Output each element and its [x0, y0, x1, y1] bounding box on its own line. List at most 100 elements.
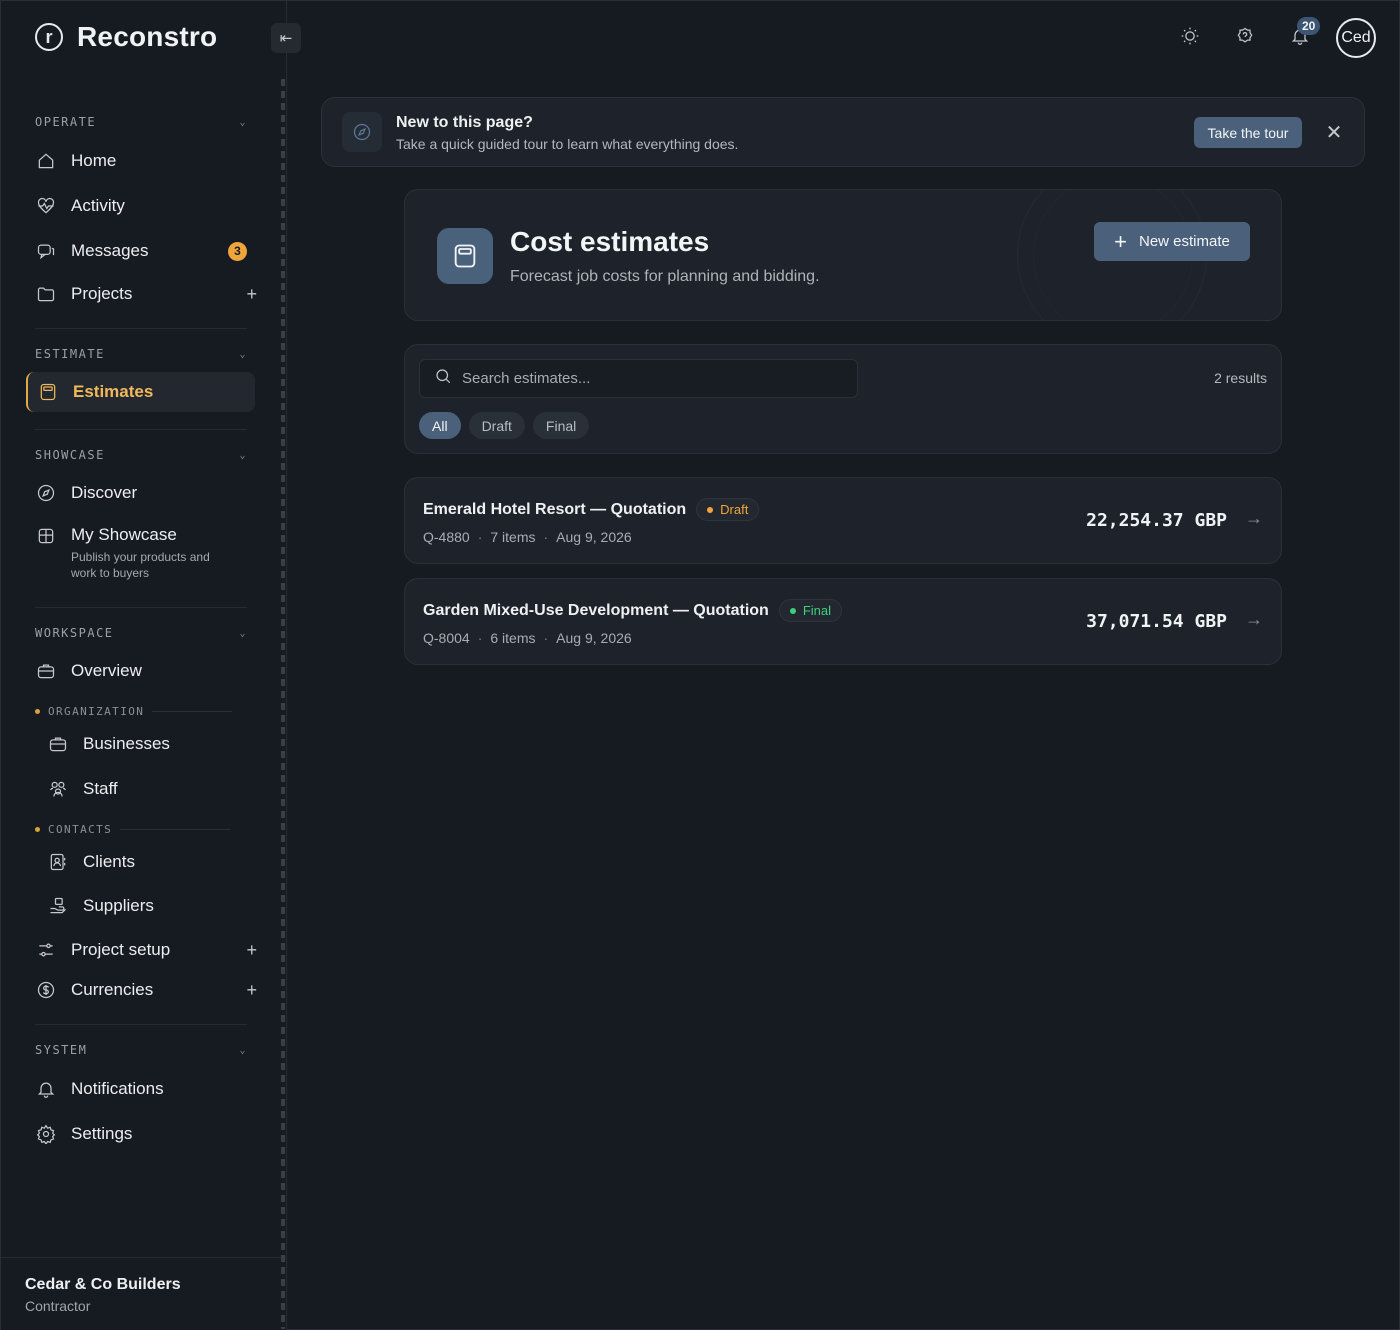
estimate-row[interactable]: Emerald Hotel Resort — Quotation Draft Q… [404, 477, 1282, 564]
filter-chip-final[interactable]: Final [532, 412, 590, 439]
organization-switcher[interactable]: Cedar & Co Builders Contractor [1, 1257, 287, 1330]
avatar[interactable]: Ced [1336, 18, 1376, 58]
compass-icon [35, 482, 57, 504]
estimate-amount: 22,254.37 GBP [1086, 510, 1227, 531]
collapse-sidebar-button[interactable]: ⇤ [271, 23, 301, 53]
theme-toggle-button[interactable] [1178, 26, 1202, 50]
sidebar-item-clients[interactable]: Clients [47, 842, 257, 882]
section-header-label: SHOWCASE [35, 448, 105, 462]
organization-role: Contractor [25, 1298, 91, 1314]
sidebar-item-project-setup[interactable]: Project setup + [35, 930, 257, 970]
sidebar-item-label: Settings [71, 1124, 133, 1143]
separator: · [477, 630, 483, 646]
chevron-down-icon: ⌄ [239, 116, 247, 128]
filter-chip-all[interactable]: All [419, 412, 461, 439]
sidebar-item-discover[interactable]: Discover [35, 473, 257, 513]
group-line [152, 711, 233, 712]
estimate-meta: Q-8004 · 6 items · Aug 9, 2026 [423, 630, 632, 646]
estimate-title: Emerald Hotel Resort — Quotation [423, 500, 687, 518]
sidebar-item-label: Home [71, 151, 117, 170]
sidebar-item-home[interactable]: Home [35, 141, 257, 181]
help-button[interactable] [1233, 26, 1257, 50]
divider [35, 607, 247, 608]
tour-title: New to this page? [396, 114, 533, 131]
sidebar-item-activity[interactable]: Activity [35, 186, 257, 226]
estimate-title-row: Garden Mixed-Use Development — Quotation… [423, 599, 843, 622]
briefcase-icon [47, 733, 69, 755]
sidebar-item-label: Project setup [71, 940, 171, 959]
status-filter-chips: All Draft Final [419, 412, 590, 439]
sidebar-item-settings[interactable]: Settings [35, 1114, 257, 1154]
add-currency-icon[interactable]: + [246, 980, 257, 1001]
group-label-organization: ORGANIZATION [35, 705, 233, 718]
estimate-title: Garden Mixed-Use Development — Quotation [423, 601, 769, 619]
status-dot [707, 506, 714, 513]
page-header-card: Cost estimates Forecast job costs for pl… [404, 189, 1282, 321]
section-header-label: WORKSPACE [35, 626, 114, 640]
estimate-code: Q-8004 [423, 630, 470, 646]
briefcase-icon [35, 660, 57, 682]
brand-logo: r [35, 23, 63, 51]
sidebar-item-businesses[interactable]: Businesses [47, 724, 257, 764]
take-tour-button[interactable]: Take the tour [1194, 117, 1302, 148]
dollar-circle-icon [35, 979, 57, 1001]
estimate-code: Q-4880 [423, 529, 470, 545]
sidebar-item-label: Clients [83, 852, 135, 871]
section-header-label: ESTIMATE [35, 347, 105, 361]
separator: · [543, 630, 549, 646]
sidebar-item-label: Projects [71, 284, 133, 303]
separator: · [543, 529, 549, 545]
sidebar-resize-handle[interactable] [281, 79, 286, 1329]
new-estimate-button[interactable]: + New estimate [1094, 222, 1250, 261]
estimate-amount: 37,071.54 GBP [1086, 611, 1227, 632]
sidebar-item-label: Businesses [83, 734, 170, 753]
filter-card: 2 results All Draft Final [404, 344, 1282, 454]
filter-chip-draft[interactable]: Draft [468, 412, 525, 439]
divider [35, 429, 247, 430]
sliders-icon [35, 939, 57, 961]
sidebar-item-notifications[interactable]: Notifications [35, 1069, 257, 1109]
sidebar-item-label: Activity [71, 196, 125, 215]
group-line [120, 829, 231, 830]
search-box[interactable] [419, 359, 858, 398]
sidebar-item-projects[interactable]: Projects + [35, 274, 257, 314]
sidebar-item-messages[interactable]: Messages 3 [35, 231, 257, 271]
section-header-label: SYSTEM [35, 1043, 88, 1057]
sidebar-item-suppliers[interactable]: Suppliers [47, 886, 257, 926]
sidebar-item-my-showcase[interactable]: My Showcase Publish your products and wo… [35, 525, 257, 585]
sun-icon [1180, 26, 1200, 51]
page-subtitle: Forecast job costs for planning and bidd… [510, 268, 820, 285]
sidebar-item-overview[interactable]: Overview [35, 651, 257, 691]
section-header-estimate[interactable]: ESTIMATE ⌄ [35, 347, 247, 361]
sidebar-item-label: Currencies [71, 980, 154, 999]
hand-box-icon [47, 895, 69, 917]
estimate-row[interactable]: Garden Mixed-Use Development — Quotation… [404, 578, 1282, 665]
estimate-meta: Q-4880 · 7 items · Aug 9, 2026 [423, 529, 632, 545]
sidebar-item-staff[interactable]: Staff [47, 769, 257, 809]
tour-banner: New to this page? Take a quick guided to… [321, 97, 1365, 167]
storefront-icon [35, 525, 57, 547]
brand[interactable]: r Reconstro [35, 21, 217, 53]
section-header-showcase[interactable]: SHOWCASE ⌄ [35, 448, 247, 462]
search-icon [434, 367, 452, 390]
section-header-workspace[interactable]: WORKSPACE ⌄ [35, 626, 247, 640]
contact-card-icon [47, 851, 69, 873]
sidebar-item-estimates[interactable]: Estimates [26, 372, 255, 412]
sidebar-item-label: Estimates [73, 382, 154, 401]
calculator-icon [37, 381, 59, 403]
add-project-setup-icon[interactable]: + [246, 940, 257, 961]
add-project-icon[interactable]: + [246, 284, 257, 305]
status-dot [789, 607, 796, 614]
page-title: Cost estimates [510, 226, 710, 257]
search-input[interactable] [462, 370, 842, 387]
close-icon[interactable]: ✕ [1322, 120, 1346, 144]
status-label: Final [802, 603, 832, 618]
sidebar-item-description: Publish your products and work to buyers [71, 550, 210, 580]
heart-pulse-icon [35, 195, 57, 217]
section-header-system[interactable]: SYSTEM ⌄ [35, 1043, 247, 1057]
section-header-operate[interactable]: OPERATE ⌄ [35, 115, 247, 129]
chat-bubbles-icon [35, 240, 57, 262]
sidebar-item-currencies[interactable]: Currencies + [35, 970, 257, 1010]
divider [35, 1024, 247, 1025]
divider [35, 328, 247, 329]
